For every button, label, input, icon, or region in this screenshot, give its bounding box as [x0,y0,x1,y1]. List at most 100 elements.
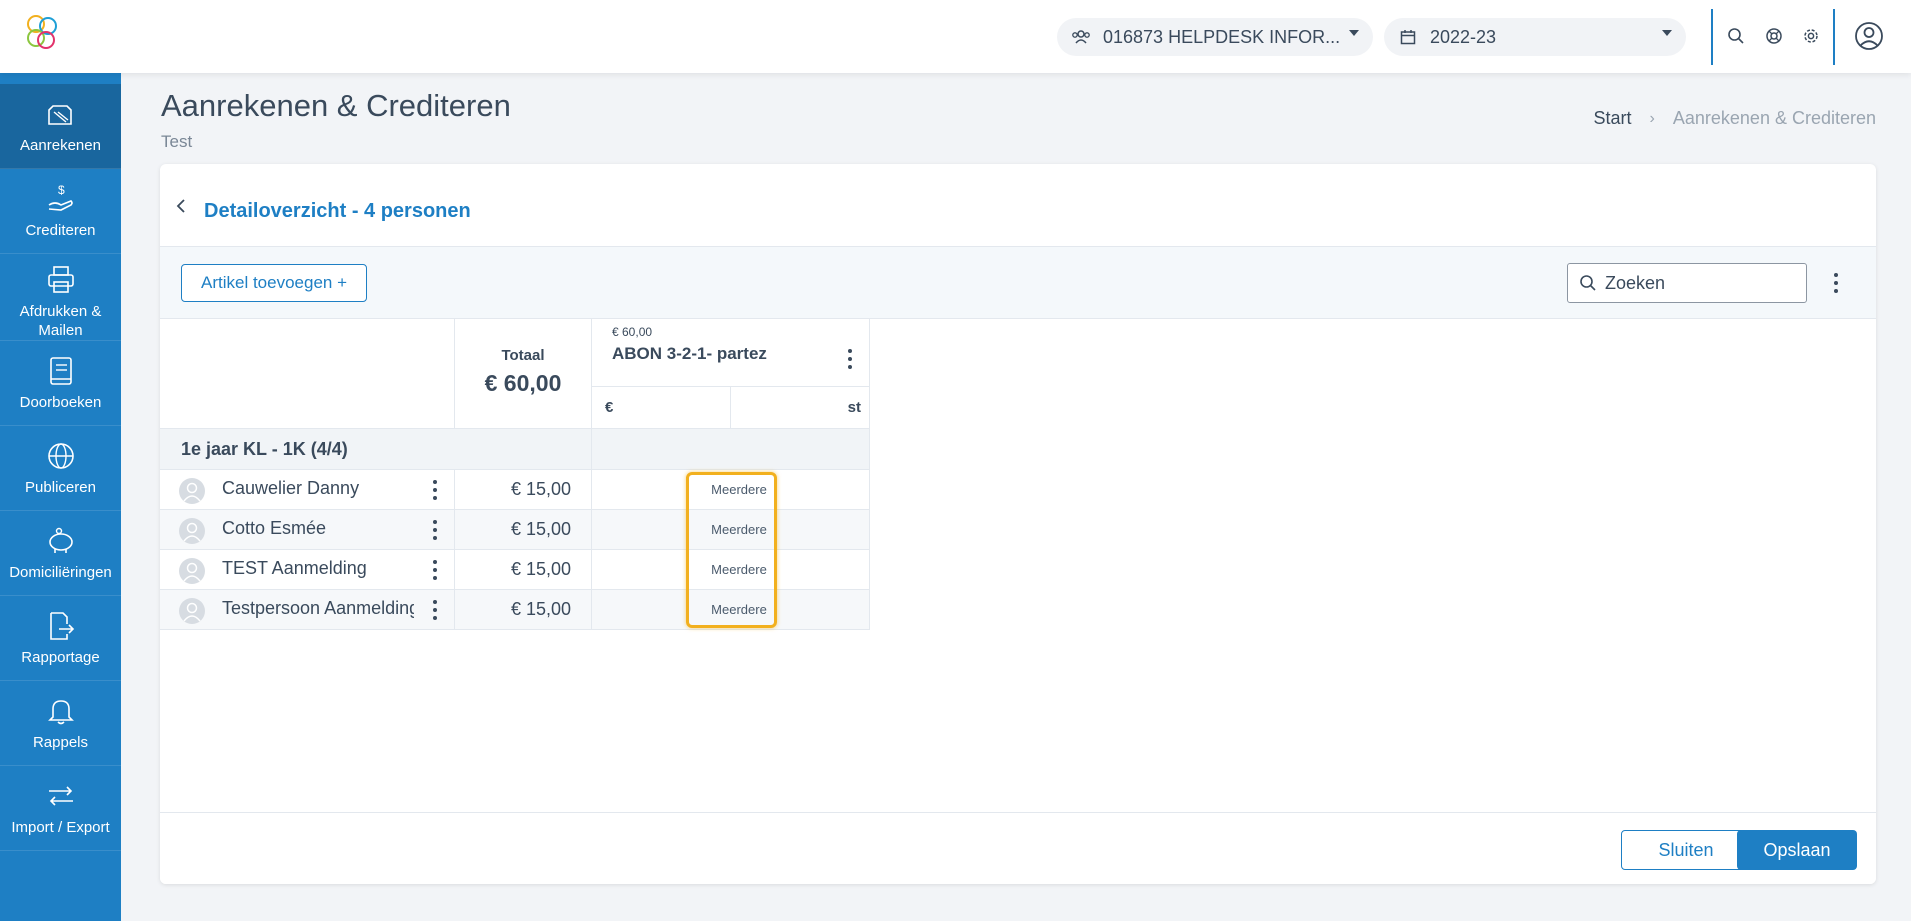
save-button[interactable]: Opslaan [1737,830,1857,870]
article-cell[interactable]: Meerdere [592,470,870,510]
person-cell: Cauwelier Danny [160,470,455,510]
app-logo[interactable] [22,12,62,56]
multiple-values-label[interactable]: Meerdere [703,522,775,537]
avatar [179,598,205,624]
close-button[interactable]: Sluiten [1621,830,1751,870]
card-footer: Sluiten Opslaan [160,812,1876,884]
hand-dollar-icon: $ [45,183,77,215]
person-name[interactable]: TEST Aanmelding [222,558,414,579]
arrows-swap-icon [45,780,77,812]
person-cell: TEST Aanmelding [160,550,455,590]
more-options-icon[interactable] [1833,273,1839,293]
row-more-options-icon[interactable] [432,520,438,540]
sidebar-item-label: Doorboeken [19,394,102,411]
gear-icon[interactable] [1800,25,1822,47]
printer-icon [45,264,77,296]
grid-header-blank [160,319,455,429]
lifebuoy-help-icon[interactable] [1763,25,1785,47]
article-cell[interactable]: Meerdere [592,590,870,630]
svg-text:$: $ [58,183,65,197]
avatar [179,518,205,544]
organisation-selector-value: 016873 HELPDESK INFOR... [1103,26,1341,47]
person-name[interactable]: Testpersoon Aanmelding [222,598,414,619]
article-name: ABON 3-2-1- partez [612,344,767,363]
person-cell: Testpersoon Aanmelding [160,590,455,630]
row-more-options-icon[interactable] [432,480,438,500]
card-header: Detailoverzicht - 4 personen [160,164,1876,247]
organisation-selector[interactable]: 016873 HELPDESK INFOR... [1057,18,1373,56]
group-label: 1e jaar KL - 1K (4/4) [181,439,348,459]
table-row: Cotto Esmée € 15,00 Meerdere [160,510,870,550]
page-subtitle: Test [161,132,193,151]
row-more-options-icon[interactable] [432,600,438,620]
sidebar-item-label: Domiciliëringen [9,564,112,581]
sidebar-item-label: Crediteren [25,222,96,239]
chevron-down-icon [1349,30,1359,36]
breadcrumb-current: Aanrekenen & Crediteren [1672,108,1876,128]
article-cell[interactable]: Meerdere [592,510,870,550]
person-amount: € 15,00 [455,470,592,510]
group-row: 1e jaar KL - 1K (4/4) [160,429,592,470]
currency-label: € [605,399,614,416]
total-label: Totaal [501,347,545,364]
sidebar-item-label: Import / Export [11,819,110,836]
sidebar-item-publiceren[interactable]: Publiceren [0,426,121,511]
article-cell[interactable]: Meerdere [592,550,870,590]
person-name[interactable]: Cauwelier Danny [222,478,414,499]
multiple-values-label[interactable]: Meerdere [703,602,775,617]
article-subcolumn-unit: st [731,387,870,429]
users-icon [1071,27,1091,47]
multiple-values-label[interactable]: Meerdere [703,562,775,577]
person-amount: € 15,00 [455,590,592,630]
total-value: € 60,00 [484,370,562,396]
sidebar-item-label: Rapportage [21,649,100,666]
table-row: TEST Aanmelding € 15,00 Meerdere [160,550,870,590]
table-row: Testpersoon Aanmelding € 15,00 Meerdere [160,590,870,630]
sidebar-item-rappels[interactable]: Rappels [0,681,121,766]
chevron-down-icon [1662,30,1672,36]
breadcrumb-start[interactable]: Start [1594,108,1632,129]
row-more-options-icon[interactable] [432,560,438,580]
sidebar-item-aanrekenen[interactable]: Aanrekenen [0,84,121,169]
report-export-icon [45,610,77,642]
person-amount: € 15,00 [455,510,592,550]
schoolyear-selector[interactable]: 2022-23 [1384,18,1686,56]
bell-icon [45,695,77,727]
sidebar-item-label: Rappels [32,734,89,751]
sidebar-item-doorboeken[interactable]: Doorboeken [0,341,121,426]
search-icon [1579,274,1597,292]
article-more-options-icon[interactable] [847,349,853,369]
sidebar-item-label: Publiceren [25,479,96,496]
multiple-values-label[interactable]: Meerdere [703,482,775,497]
chevron-left-icon[interactable] [174,198,190,214]
sidebar-item-domicilieringen[interactable]: Domiciliëringen [0,511,121,596]
divider [1711,9,1713,65]
divider [1833,9,1835,65]
ledger-book-icon [45,355,77,387]
table-row: Cauwelier Danny € 15,00 Meerdere [160,470,870,510]
sidebar-item-label: Afdrukken & Mailen [19,303,102,339]
person-name[interactable]: Cotto Esmée [222,518,414,539]
person-amount: € 15,00 [455,550,592,590]
article-column-header: € 60,00 ABON 3-2-1- partez [592,319,870,387]
avatar [179,478,205,504]
card-title: Detailoverzicht - 4 personen [204,200,471,222]
search-icon[interactable] [1725,25,1747,47]
sidebar-item-crediteren[interactable]: $ Crediteren [0,169,121,254]
sidebar: Aanrekenen $ Crediteren Afdrukken & Mail… [0,73,121,921]
avatar [179,558,205,584]
person-cell: Cotto Esmée [160,510,455,550]
search-input[interactable] [1605,272,1785,294]
sidebar-item-afdrukken-mailen[interactable]: Afdrukken & Mailen [0,254,121,341]
add-article-button[interactable]: Artikel toevoegen + [181,264,368,302]
group-row-article-cell [592,429,870,470]
article-price: € 60,00 [612,325,653,339]
user-account-icon[interactable] [1854,21,1884,51]
sidebar-item-import-export[interactable]: Import / Export [0,766,121,851]
total-column-header: Totaal € 60,00 [455,319,592,429]
search-field[interactable] [1567,263,1807,303]
sidebar-item-rapportage[interactable]: Rapportage [0,596,121,681]
sidebar-item-label: Aanrekenen [20,137,101,154]
page-title: Aanrekenen & Crediteren [161,88,511,123]
article-subcolumn-currency: € [592,387,731,429]
